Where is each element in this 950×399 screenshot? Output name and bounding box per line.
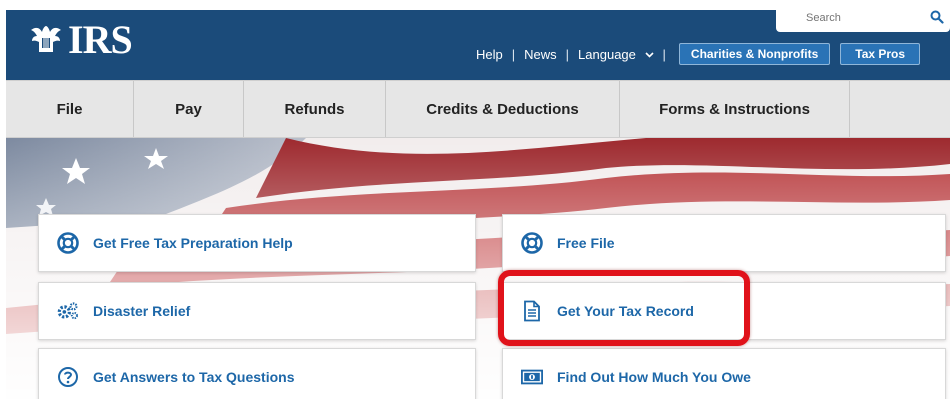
tax-pros-button[interactable]: Tax Pros (840, 43, 921, 65)
separator: | (511, 46, 516, 62)
chevron-down-icon (644, 51, 654, 58)
irs-logo[interactable]: IRS (28, 17, 133, 62)
main-nav: File Pay Refunds Credits & Deductions Fo… (6, 80, 950, 138)
nav-item-empty (850, 81, 950, 137)
card-get-tax-record[interactable]: Get Your Tax Record (502, 282, 946, 340)
help-link[interactable]: Help (476, 47, 503, 62)
news-link[interactable]: News (524, 47, 557, 62)
language-label: Language (578, 46, 636, 62)
card-free-file[interactable]: Free File (502, 214, 946, 272)
separator: | (565, 46, 570, 62)
utility-nav: Help | News | Language | Charities & Non… (476, 43, 921, 65)
language-menu[interactable]: Language (578, 46, 654, 62)
card-label: Get Free Tax Preparation Help (93, 235, 293, 251)
eagle-logo-icon (31, 26, 61, 52)
card-disaster-relief[interactable]: Disaster Relief (38, 282, 476, 340)
card-free-tax-prep-help[interactable]: Get Free Tax Preparation Help (38, 214, 476, 272)
money-bill-icon (521, 366, 543, 388)
nav-item-label: Credits & Deductions (426, 100, 579, 118)
nav-item-label: Pay (175, 100, 202, 118)
nav-item-pay[interactable]: Pay (134, 81, 244, 137)
gears-icon (57, 300, 79, 322)
nav-item-label: File (56, 100, 83, 118)
charities-nonprofits-button[interactable]: Charities & Nonprofits (678, 43, 831, 65)
card-label: Disaster Relief (93, 303, 191, 319)
nav-item-label: Refunds (284, 100, 345, 118)
card-label: Get Answers to Tax Questions (93, 369, 295, 385)
nav-item-label: Forms & Instructions (659, 100, 810, 118)
nav-item-credits-deductions[interactable]: Credits & Deductions (386, 81, 620, 137)
separator: | (662, 46, 666, 62)
site-header: IRS Help | News | Language | Charities &… (6, 4, 950, 80)
nav-item-refunds[interactable]: Refunds (244, 81, 386, 137)
card-how-much-you-owe[interactable]: Find Out How Much You Owe (502, 348, 946, 399)
lifebuoy-icon (57, 232, 79, 254)
lifebuoy-icon (521, 232, 543, 254)
nav-item-forms-instructions[interactable]: Forms & Instructions (620, 81, 850, 137)
logo-text: IRS (68, 17, 133, 62)
nav-item-file[interactable]: File (6, 81, 134, 137)
search-icon[interactable] (930, 10, 944, 24)
document-icon (521, 300, 543, 322)
card-tax-questions[interactable]: Get Answers to Tax Questions (38, 348, 476, 399)
card-label: Free File (557, 235, 615, 251)
question-circle-icon (57, 366, 79, 388)
card-label: Find Out How Much You Owe (557, 369, 751, 385)
search-box[interactable] (776, 4, 950, 32)
search-input[interactable] (806, 12, 916, 24)
card-label: Get Your Tax Record (557, 303, 694, 319)
